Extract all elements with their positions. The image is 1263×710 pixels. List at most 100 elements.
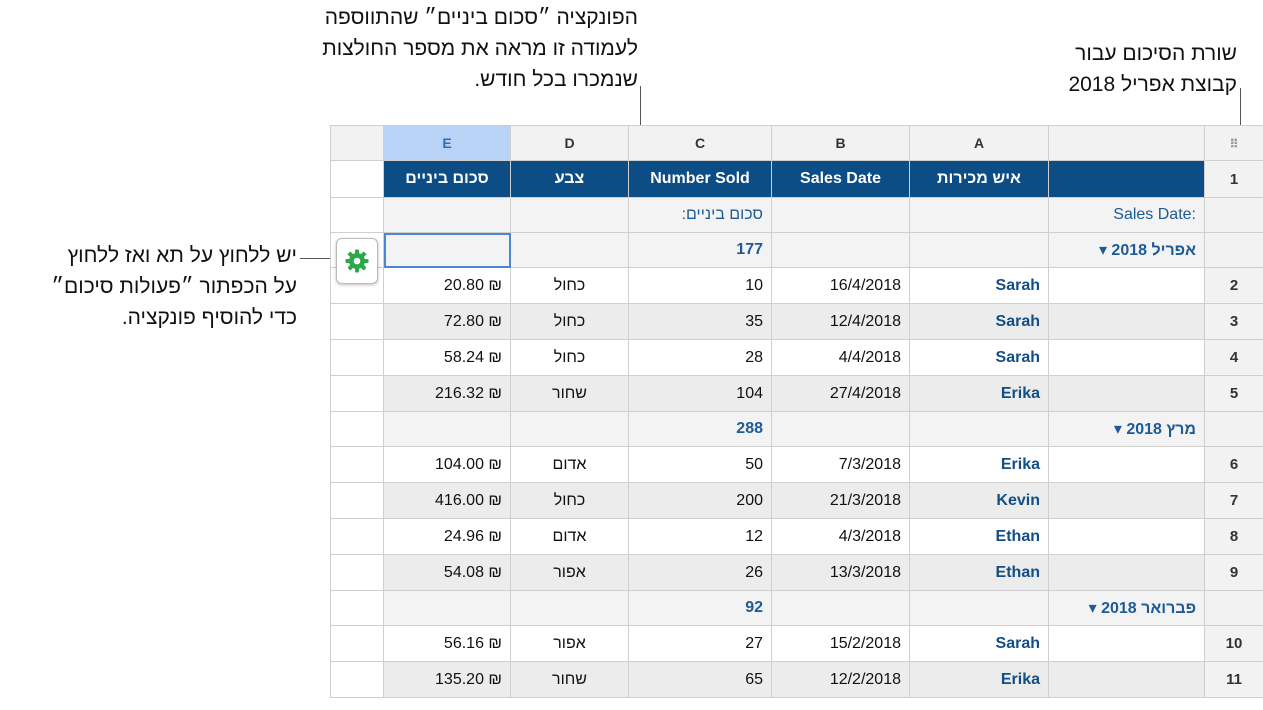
header-number-sold[interactable]: Number Sold	[628, 160, 772, 198]
row-number[interactable]: 7	[1204, 482, 1263, 519]
cell-number-sold[interactable]: 65	[628, 661, 772, 698]
row-number[interactable]: 10	[1204, 625, 1263, 662]
cell-number-sold[interactable]: 26	[628, 554, 772, 591]
column-header-a[interactable]: A	[909, 125, 1049, 161]
row-number[interactable]: 8	[1204, 518, 1263, 555]
cell-subtotal[interactable]: 24.96 ₪	[383, 518, 511, 555]
column-header-e[interactable]: E	[383, 125, 511, 161]
cell-salesperson[interactable]: Ethan	[909, 554, 1049, 591]
row-number[interactable]: 3	[1204, 303, 1263, 340]
cell-salesperson[interactable]: Sarah	[909, 339, 1049, 376]
group-cell-b[interactable]	[771, 232, 910, 268]
cell-salesperson[interactable]: Erika	[909, 375, 1049, 412]
cell-number-sold[interactable]: 104	[628, 375, 772, 412]
group-cell-b[interactable]	[771, 411, 910, 447]
cell-sales-date[interactable]: 27/4/2018	[771, 375, 910, 412]
group-name-april[interactable]: אפריל 2018 ▾	[1048, 232, 1205, 268]
cell-salesperson[interactable]: Erika	[909, 661, 1049, 698]
row-number[interactable]: 4	[1204, 339, 1263, 376]
row-number[interactable]: 5	[1204, 375, 1263, 412]
grid-handle-icon[interactable]: ⠿	[1204, 125, 1263, 161]
cell-sales-date[interactable]: 12/2/2018	[771, 661, 910, 698]
cell-d-label[interactable]	[510, 197, 629, 233]
cell-color[interactable]: כחול	[510, 303, 629, 340]
cell-salesperson[interactable]: Ethan	[909, 518, 1049, 555]
selected-subtotal-cell[interactable]	[383, 232, 511, 268]
cell-number-sold[interactable]: 28	[628, 339, 772, 376]
cell-sales-date[interactable]: 13/3/2018	[771, 554, 910, 591]
group-cell-a[interactable]	[909, 411, 1049, 447]
cell-salesperson[interactable]: Sarah	[909, 625, 1049, 662]
column-header-category[interactable]	[1048, 125, 1205, 161]
column-header-c[interactable]: C	[628, 125, 772, 161]
cell-number-sold[interactable]: 12	[628, 518, 772, 555]
group-cell-d[interactable]	[510, 590, 629, 626]
cell-sales-date[interactable]: 21/3/2018	[771, 482, 910, 519]
cell-subtotal[interactable]: 58.24 ₪	[383, 339, 511, 376]
cell-color[interactable]: אדום	[510, 518, 629, 555]
cell-category[interactable]	[1048, 375, 1205, 412]
row-number-1[interactable]: 1	[1204, 160, 1263, 198]
row-number[interactable]: 9	[1204, 554, 1263, 591]
cell-category[interactable]	[1048, 303, 1205, 340]
group-name-february[interactable]: פברואר 2018 ▾	[1048, 590, 1205, 626]
cell-subtotal[interactable]: 20.80 ₪	[383, 267, 511, 304]
cell-subtotal[interactable]: 416.00 ₪	[383, 482, 511, 519]
row-number[interactable]: 6	[1204, 446, 1263, 483]
group-cell-a[interactable]	[909, 590, 1049, 626]
group-total-april[interactable]: 177	[628, 232, 772, 268]
cell-subtotal[interactable]: 216.32 ₪	[383, 375, 511, 412]
cell-number-sold[interactable]: 35	[628, 303, 772, 340]
group-cell-a[interactable]	[909, 232, 1049, 268]
cell-category[interactable]	[1048, 267, 1205, 304]
cell-salesperson[interactable]: Erika	[909, 446, 1049, 483]
cell-color[interactable]: כחול	[510, 267, 629, 304]
group-cell-d[interactable]	[510, 232, 629, 268]
cell-category[interactable]	[1048, 554, 1205, 591]
summary-actions-button[interactable]	[336, 238, 378, 284]
cell-category[interactable]	[1048, 482, 1205, 519]
cell-subtotal[interactable]: 72.80 ₪	[383, 303, 511, 340]
row-number[interactable]: 2	[1204, 267, 1263, 304]
cell-category[interactable]	[1048, 339, 1205, 376]
group-name-march[interactable]: מרץ 2018 ▾	[1048, 411, 1205, 447]
cell-number-sold[interactable]: 27	[628, 625, 772, 662]
cell-color[interactable]: אפור	[510, 625, 629, 662]
group-cell-d[interactable]	[510, 411, 629, 447]
cell-color[interactable]: כחול	[510, 339, 629, 376]
header-sales-date[interactable]: Sales Date	[771, 160, 910, 198]
cell-b-label[interactable]	[771, 197, 910, 233]
cell-sales-date[interactable]: 4/3/2018	[771, 518, 910, 555]
cell-category[interactable]	[1048, 625, 1205, 662]
cell-category[interactable]	[1048, 518, 1205, 555]
header-subtotal[interactable]: סכום ביניים	[383, 160, 511, 198]
cell-subtotal[interactable]: 104.00 ₪	[383, 446, 511, 483]
column-header-b[interactable]: B	[771, 125, 910, 161]
cell-salesperson[interactable]: Sarah	[909, 303, 1049, 340]
row-number-summary-selected[interactable]	[1204, 232, 1263, 268]
header-salesperson[interactable]: איש מכירות	[909, 160, 1049, 198]
cell-number-sold[interactable]: 200	[628, 482, 772, 519]
column-header-d[interactable]: D	[510, 125, 629, 161]
cell-color[interactable]: שחור	[510, 375, 629, 412]
header-category[interactable]	[1048, 160, 1205, 198]
cell-sales-date[interactable]: 12/4/2018	[771, 303, 910, 340]
cell-sales-date[interactable]: 4/4/2018	[771, 339, 910, 376]
cell-subtotal[interactable]: 54.08 ₪	[383, 554, 511, 591]
cell-a-label[interactable]	[909, 197, 1049, 233]
cell-salesperson[interactable]: Kevin	[909, 482, 1049, 519]
cell-subtotal[interactable]: 56.16 ₪	[383, 625, 511, 662]
group-cell-e[interactable]	[383, 590, 511, 626]
header-color[interactable]: צבע	[510, 160, 629, 198]
cell-salesperson[interactable]: Sarah	[909, 267, 1049, 304]
cell-category[interactable]	[1048, 661, 1205, 698]
cell-category[interactable]	[1048, 446, 1205, 483]
cell-number-sold[interactable]: 50	[628, 446, 772, 483]
cell-color[interactable]: אפור	[510, 554, 629, 591]
group-cell-b[interactable]	[771, 590, 910, 626]
cell-subtotal[interactable]: 135.20 ₪	[383, 661, 511, 698]
group-total-march[interactable]: 288	[628, 411, 772, 447]
cell-sales-date[interactable]: 16/4/2018	[771, 267, 910, 304]
cell-number-sold[interactable]: 10	[628, 267, 772, 304]
cell-e-label[interactable]	[383, 197, 511, 233]
